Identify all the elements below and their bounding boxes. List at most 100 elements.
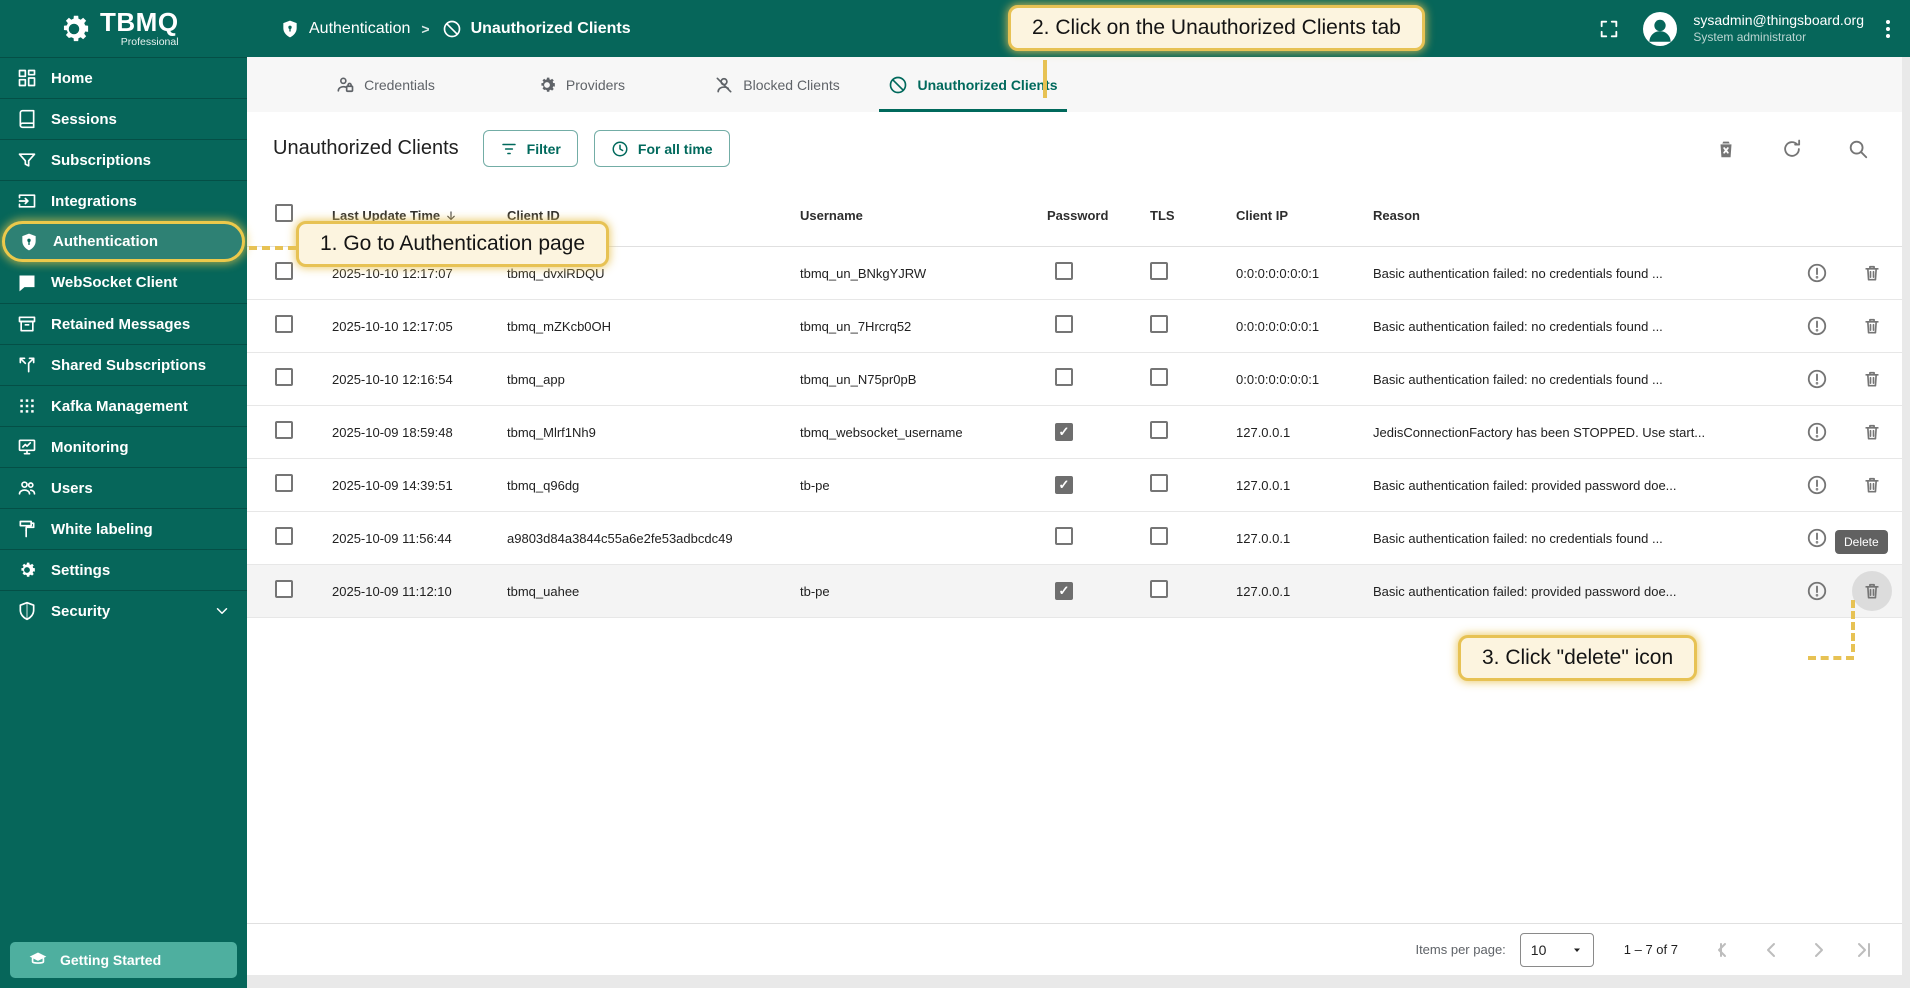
row-checkbox[interactable] xyxy=(275,421,293,439)
users-icon xyxy=(17,478,37,498)
row-checkbox[interactable] xyxy=(275,527,293,545)
cell-client-id: tbmq_uahee xyxy=(507,584,800,599)
sidebar-item[interactable]: Users xyxy=(0,467,247,508)
app-logo[interactable]: TBMQ Professional xyxy=(0,9,247,48)
sidebar-item[interactable]: White labeling xyxy=(0,508,247,549)
row-checkbox[interactable] xyxy=(275,315,293,333)
cell-last-update-time: 2025-10-10 12:17:05 xyxy=(332,319,507,334)
first-page-button[interactable] xyxy=(1714,938,1738,962)
avatar[interactable] xyxy=(1643,12,1677,46)
delete-row-button[interactable] xyxy=(1852,571,1892,611)
table-row[interactable]: 2025-10-09 11:56:44 a9803d84a3844c55a6e2… xyxy=(247,512,1902,565)
reason-details-button[interactable] xyxy=(1797,412,1837,452)
sidebar-item[interactable]: Integrations xyxy=(0,180,247,221)
reason-details-button[interactable] xyxy=(1797,253,1837,293)
delete-row-button[interactable] xyxy=(1852,306,1892,346)
cell-username: tbmq_un_7Hrcrq52 xyxy=(800,319,1047,334)
tab-label: Credentials xyxy=(364,77,435,93)
table-row[interactable]: 2025-10-09 14:39:51 tbmq_q96dg tb-pe 127… xyxy=(247,459,1902,512)
search-icon xyxy=(1847,138,1869,160)
sidebar-item[interactable]: Kafka Management xyxy=(0,385,247,426)
delete-row-button[interactable] xyxy=(1852,412,1892,452)
select-all-checkbox[interactable] xyxy=(275,204,293,222)
column-client-ip[interactable]: Client IP xyxy=(1236,208,1373,223)
fullscreen-icon[interactable] xyxy=(1591,11,1627,47)
cell-client-id: tbmq_q96dg xyxy=(507,478,800,493)
row-checkbox[interactable] xyxy=(275,474,293,492)
reason-details-button[interactable] xyxy=(1797,465,1837,505)
trash-icon xyxy=(1862,581,1882,601)
table-row[interactable]: 2025-10-09 18:59:48 tbmq_Mlrf1Nh9 tbmq_w… xyxy=(247,406,1902,459)
sidebar-item[interactable]: Subscriptions xyxy=(0,139,247,180)
websocket-icon xyxy=(17,273,37,293)
getting-started-button[interactable]: Getting Started xyxy=(10,942,237,978)
callout-step2: 2. Click on the Unauthorized Clients tab xyxy=(1008,5,1425,51)
cell-client-ip: 127.0.0.1 xyxy=(1236,531,1373,546)
row-checkbox[interactable] xyxy=(275,580,293,598)
breadcrumb-item[interactable]: Authentication > xyxy=(280,19,432,39)
cell-username: tbmq_websocket_username xyxy=(800,425,1047,440)
page-size-select[interactable]: 10 xyxy=(1520,933,1594,967)
column-username[interactable]: Username xyxy=(800,208,1047,223)
delete-row-button[interactable] xyxy=(1852,253,1892,293)
tab-bar: Credentials Providers Blocked Clients xyxy=(247,57,1902,112)
sidebar-item[interactable]: Retained Messages xyxy=(0,303,247,344)
cell-reason: Basic authentication failed: provided pa… xyxy=(1373,478,1793,493)
sidebar-item[interactable]: Settings xyxy=(0,549,247,590)
row-checkbox[interactable] xyxy=(275,368,293,386)
sidebar-item[interactable]: Shared Subscriptions xyxy=(0,344,247,385)
more-menu-icon[interactable] xyxy=(1880,16,1896,42)
reason-details-button[interactable] xyxy=(1797,518,1837,558)
row-checkbox[interactable] xyxy=(275,262,293,280)
tab[interactable]: Blocked Clients xyxy=(679,57,875,112)
alert-circle-icon xyxy=(1806,315,1828,337)
password-checkbox xyxy=(1055,315,1073,333)
trash-icon xyxy=(1862,475,1882,495)
reason-details-button[interactable] xyxy=(1797,306,1837,346)
cell-username: tb-pe xyxy=(800,478,1047,493)
callout2-connector xyxy=(1043,60,1047,98)
filter-list-icon xyxy=(500,140,518,158)
table-row[interactable]: 2025-10-09 11:12:10 tbmq_uahee tb-pe 127… xyxy=(247,565,1902,618)
filter-button[interactable]: Filter xyxy=(483,130,578,167)
tab[interactable]: Credentials xyxy=(287,57,483,112)
tab[interactable]: Providers xyxy=(483,57,679,112)
page-range: 1 – 7 of 7 xyxy=(1624,942,1678,957)
callout3-connector-vertical xyxy=(1851,600,1855,652)
table-row[interactable]: 2025-10-10 12:16:54 tbmq_app tbmq_un_N75… xyxy=(247,353,1902,406)
refresh-button[interactable] xyxy=(1774,131,1810,167)
sidebar-item[interactable]: Sessions xyxy=(0,98,247,139)
cell-client-id: tbmq_mZKcb0OH xyxy=(507,319,800,334)
cell-reason: Basic authentication failed: no credenti… xyxy=(1373,531,1793,546)
column-reason[interactable]: Reason xyxy=(1373,208,1793,223)
sidebar-item[interactable]: WebSocket Client xyxy=(0,262,247,303)
cell-username: tbmq_un_N75pr0pB xyxy=(800,372,1047,387)
breadcrumb: Authentication > Unauthorized Clients xyxy=(280,19,631,39)
tab[interactable]: Unauthorized Clients xyxy=(875,57,1071,112)
time-range-button[interactable]: For all time xyxy=(594,130,730,167)
trash-icon xyxy=(1862,316,1882,336)
delete-row-button[interactable] xyxy=(1852,359,1892,399)
breadcrumb-item[interactable]: Unauthorized Clients xyxy=(442,19,631,39)
column-password[interactable]: Password xyxy=(1047,208,1108,223)
sidebar-item-label: Kafka Management xyxy=(51,398,188,415)
cell-client-id: a9803d84a3844c55a6e2fe53adbcdc49 xyxy=(507,531,800,546)
sidebar-item[interactable]: Authentication xyxy=(2,221,245,262)
sidebar-item[interactable]: Security xyxy=(0,590,247,631)
sidebar-item[interactable]: Home xyxy=(0,57,247,98)
delete-row-button[interactable] xyxy=(1852,465,1892,505)
sidebar-item[interactable]: Monitoring xyxy=(0,426,247,467)
next-page-button[interactable] xyxy=(1806,938,1830,962)
prev-page-button[interactable] xyxy=(1760,938,1784,962)
block-icon xyxy=(888,75,908,95)
delete-all-button[interactable] xyxy=(1708,131,1744,167)
table-row[interactable]: 2025-10-10 12:17:05 tbmq_mZKcb0OH tbmq_u… xyxy=(247,300,1902,353)
column-tls[interactable]: TLS xyxy=(1150,208,1175,223)
last-page-button[interactable] xyxy=(1852,938,1876,962)
reason-details-button[interactable] xyxy=(1797,571,1837,611)
sessions-icon xyxy=(17,109,37,129)
alert-circle-icon xyxy=(1806,580,1828,602)
getting-started-label: Getting Started xyxy=(60,952,161,968)
reason-details-button[interactable] xyxy=(1797,359,1837,399)
search-button[interactable] xyxy=(1840,131,1876,167)
